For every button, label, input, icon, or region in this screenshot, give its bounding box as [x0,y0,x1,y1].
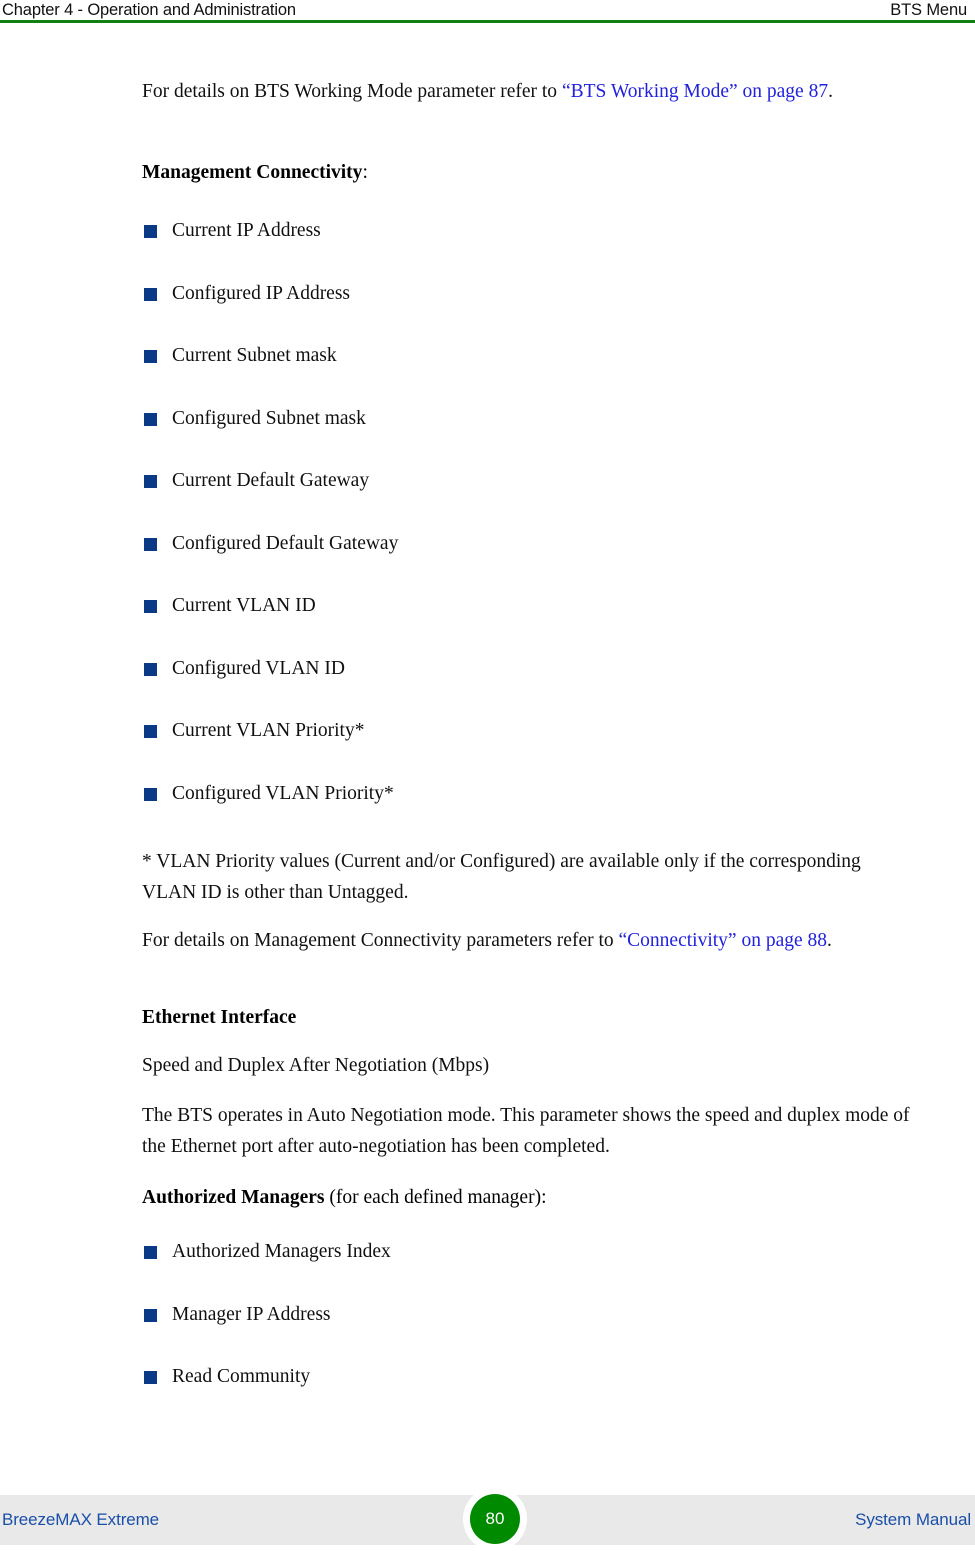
management-connectivity-heading-text: Management Connectivity [142,162,363,183]
authorized-managers-list: Authorized Managers Index Manager IP Add… [142,1240,932,1428]
list-item-label: Configured IP Address [172,282,351,304]
list-item-label: Configured VLAN Priority* [172,782,394,804]
list-item-label: Configured Default Gateway [172,532,399,554]
list-item-label: Configured Subnet mask [172,407,366,429]
footer-product-name: BreezeMAX Extreme [2,1510,160,1529]
footer-document-title: System Manual [855,1510,971,1529]
list-item: Configured VLAN ID [142,657,932,720]
vlan-footnote-block: * VLAN Priority values (Current and/or C… [142,846,912,908]
management-connectivity-list-block: Current IP Address Configured IP Address… [142,219,932,844]
list-item: Authorized Managers Index [142,1240,932,1303]
list-item: Configured VLAN Priority* [142,782,932,845]
authorized-managers-heading-suffix: (for each defined manager): [324,1187,547,1208]
header-section-title: BTS Menu [890,0,967,19]
list-item-label: Current VLAN Priority* [172,720,365,741]
management-connectivity-heading-block: Management Connectivity: [142,157,932,188]
list-item-label: Authorized Managers Index [172,1241,391,1262]
list-item: Read Community [142,1365,932,1428]
ethernet-paragraph: The BTS operates in Auto Negotiation mod… [142,1105,910,1157]
list-item-label: Manager IP Address [172,1303,331,1325]
square-bullet-icon [144,787,157,801]
authorized-managers-heading: Authorized Managers (for each defined ma… [142,1182,932,1213]
ethernet-interface-heading-block: Ethernet Interface [142,1002,932,1033]
management-connectivity-heading-colon: : [362,162,368,183]
ethernet-speed-line: Speed and Duplex After Negotiation (Mbps… [142,1055,490,1076]
square-bullet-icon [144,412,157,426]
authorized-managers-heading-block: Authorized Managers (for each defined ma… [142,1182,932,1213]
header-chapter-title: Chapter 4 - Operation and Administration [2,0,296,19]
xref-bts-working-mode[interactable]: “BTS Working Mode” on page 87 [562,81,828,102]
connectivity-paragraph-block: For details on Management Connectivity p… [142,925,932,956]
connectivity-paragraph: For details on Management Connectivity p… [142,925,932,956]
xref-connectivity[interactable]: “Connectivity” on page 88 [619,930,827,951]
header-divider-rule [0,20,975,23]
list-item: Current VLAN ID [142,594,932,657]
square-bullet-icon [144,600,157,613]
square-bullet-icon [144,725,157,738]
ethernet-speed-line-block: Speed and Duplex After Negotiation (Mbps… [142,1050,932,1081]
ethernet-interface-heading: Ethernet Interface [142,1007,297,1028]
square-bullet-icon [144,225,157,238]
list-item-label: Read Community [172,1366,311,1387]
list-item-label: Current IP Address [172,220,321,241]
vlan-footnote: * VLAN Priority values (Current and/or C… [142,851,861,903]
square-bullet-icon [144,475,157,488]
square-bullet-icon [144,662,157,676]
authorized-managers-heading-text: Authorized Managers [142,1187,325,1208]
list-item-label: Current Default Gateway [172,470,370,491]
list-item-label: Current Subnet mask [172,345,337,366]
ethernet-paragraph-block: The BTS operates in Auto Negotiation mod… [142,1100,932,1162]
intro-paragraph: For details on BTS Working Mode paramete… [142,76,932,107]
list-item: Current Default Gateway [142,469,932,532]
square-bullet-icon [144,1308,157,1322]
square-bullet-icon [144,537,157,551]
management-connectivity-list: Current IP Address Configured IP Address… [142,219,932,844]
list-item-label: Configured VLAN ID [172,657,345,679]
intro-paragraph-block: For details on BTS Working Mode paramete… [142,76,932,107]
square-bullet-icon [144,1371,157,1384]
list-item: Manager IP Address [142,1303,932,1366]
intro-paragraph-lead: For details on BTS Working Mode paramete… [142,81,562,102]
page-number-badge-ring: 80 [463,1487,527,1551]
connectivity-paragraph-tail: . [827,930,832,951]
connectivity-paragraph-lead: For details on Management Connectivity p… [142,930,619,951]
list-item-label: Current VLAN ID [172,595,316,616]
intro-paragraph-tail: . [828,81,833,102]
list-item: Current IP Address [142,219,932,282]
square-bullet-icon [144,1246,157,1259]
list-item: Configured Default Gateway [142,532,932,595]
page-number-badge: 80 [470,1494,520,1544]
square-bullet-icon [144,350,157,363]
square-bullet-icon [144,287,157,301]
list-item: Configured Subnet mask [142,407,932,470]
authorized-managers-list-block: Authorized Managers Index Manager IP Add… [142,1240,932,1428]
list-item: Current Subnet mask [142,344,932,407]
list-item: Current VLAN Priority* [142,719,932,782]
list-item: Configured IP Address [142,282,932,345]
management-connectivity-heading: Management Connectivity: [142,157,932,188]
